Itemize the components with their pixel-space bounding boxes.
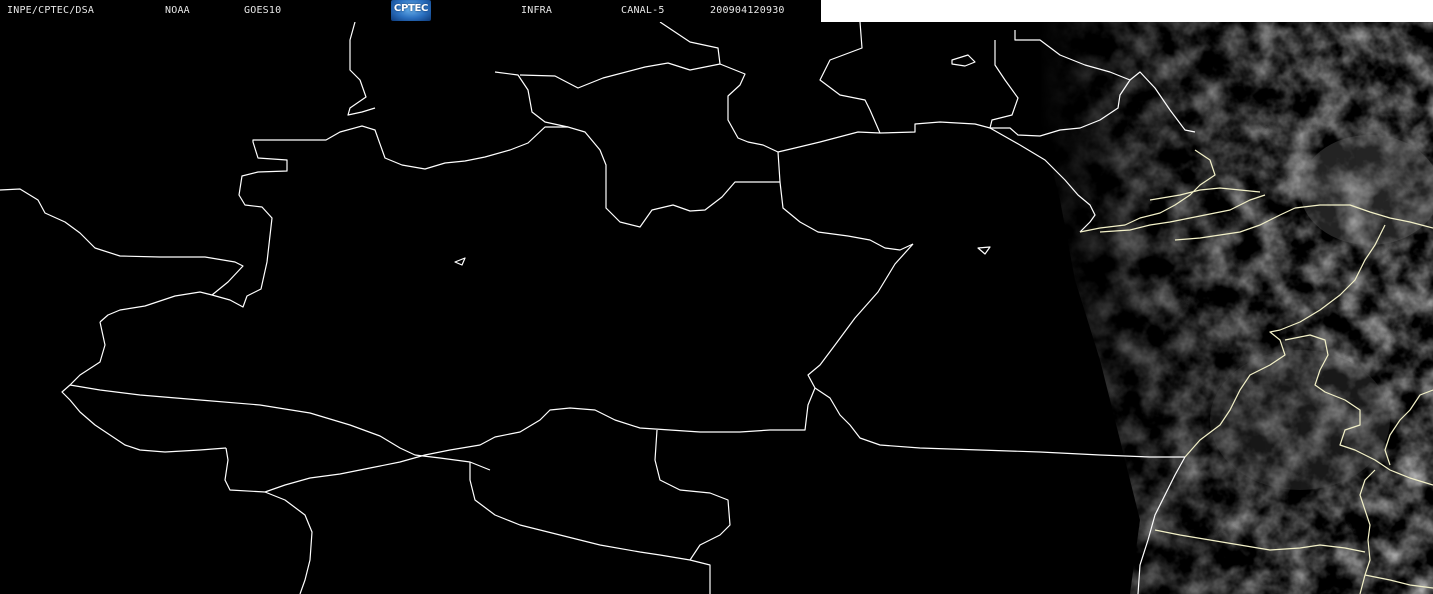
island-small bbox=[951, 54, 976, 67]
border-southwest-lower bbox=[264, 491, 313, 594]
border-suriname bbox=[819, 22, 1019, 134]
border-north-hook bbox=[347, 22, 376, 116]
agency-label: NOAA bbox=[165, 5, 190, 16]
border-northwest bbox=[0, 125, 780, 308]
header-blank-area bbox=[821, 0, 1433, 22]
border-southwest bbox=[61, 291, 227, 453]
lake-small-1 bbox=[454, 257, 466, 266]
source-label: INPE/CPTEC/DSA bbox=[7, 5, 95, 16]
cptec-logo: CPTEC bbox=[391, 0, 431, 21]
image-header-bar: INPE/CPTEC/DSA NOAA GOES10 CPTEC INFRA C… bbox=[0, 0, 821, 22]
logo-text: CPTEC bbox=[393, 3, 429, 14]
channel-label: CANAL-5 bbox=[621, 5, 665, 16]
lake-small-2 bbox=[977, 246, 991, 255]
border-diagonal-state bbox=[224, 243, 914, 493]
satellite-image-viewer: INPE/CPTEC/DSA NOAA GOES10 CPTEC INFRA C… bbox=[0, 0, 1433, 594]
cloud-layer bbox=[1000, 22, 1433, 594]
satellite-label: GOES10 bbox=[244, 5, 282, 16]
image-type-label: INFRA bbox=[521, 5, 553, 16]
border-venezuela bbox=[494, 62, 914, 251]
timestamp-label: 200904120930 bbox=[710, 5, 785, 16]
border-south-central bbox=[469, 429, 731, 594]
border-amazon-river bbox=[69, 384, 491, 471]
satellite-map bbox=[0, 22, 1433, 594]
